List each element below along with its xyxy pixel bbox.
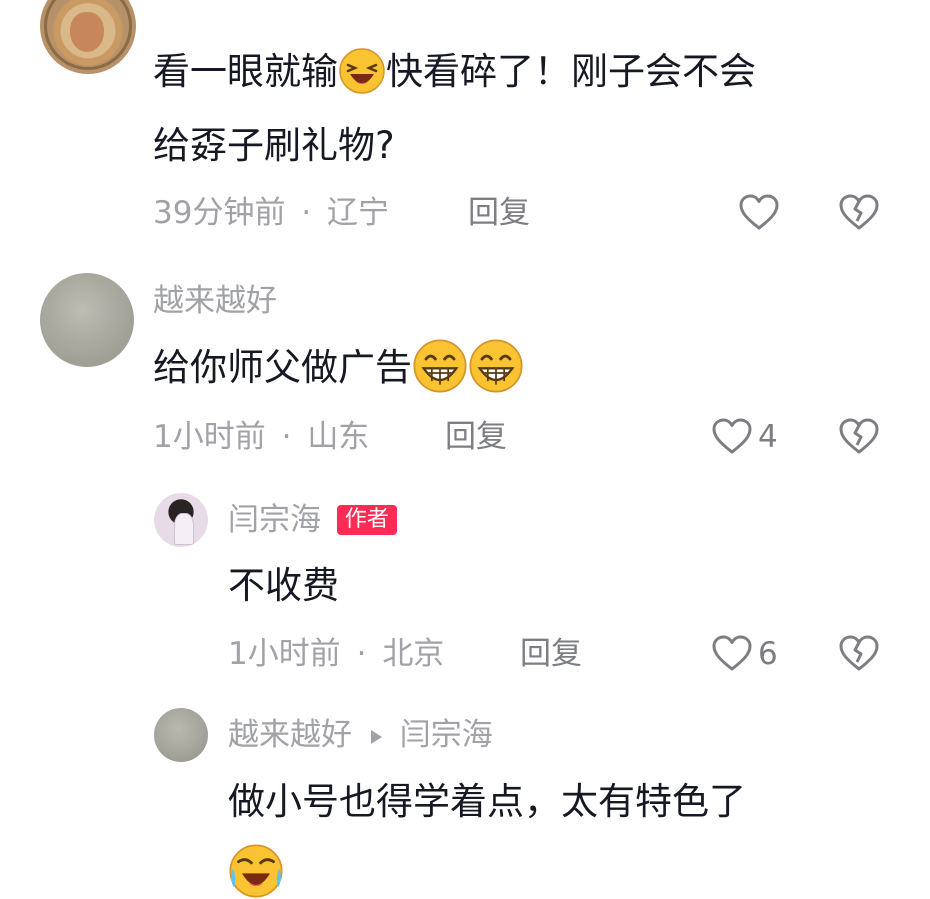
heart-outline-icon[interactable] xyxy=(738,193,780,233)
avatar[interactable] xyxy=(40,273,134,367)
grinning-emoji xyxy=(469,338,523,393)
avatar[interactable] xyxy=(40,0,136,74)
like-count: 6 xyxy=(758,636,778,672)
reply-button[interactable]: 回复 xyxy=(468,193,530,233)
broken-heart-icon[interactable] xyxy=(838,417,880,457)
broken-heart-icon[interactable] xyxy=(838,193,880,233)
laughing-tears-emoji xyxy=(339,47,385,94)
comment-time: 39分钟前 xyxy=(153,195,286,231)
heart-outline-icon[interactable] xyxy=(711,634,753,674)
avatar[interactable] xyxy=(154,708,208,762)
comment-text: 给你师父做广告 xyxy=(153,338,524,394)
comment-username[interactable]: 闫宗海 xyxy=(228,502,321,538)
author-badge: 作者 xyxy=(336,505,397,535)
comment-location: 辽宁 xyxy=(327,195,390,231)
crying-laughing-emoji xyxy=(229,844,283,898)
comment-username[interactable]: 越来越好 xyxy=(228,717,352,753)
comment-text-part: 快看碎了！刚子会不会 xyxy=(386,50,756,93)
grinning-emoji xyxy=(413,338,467,393)
comment-text: 看一眼就输 快看碎了！刚子会不会 xyxy=(153,47,756,96)
reply-to-username[interactable]: 闫宗海 xyxy=(400,717,493,753)
comment-time: 1小时前 xyxy=(228,636,341,672)
comment-username[interactable]: 越来越好 xyxy=(153,281,277,321)
comment-location: 北京 xyxy=(382,636,445,672)
meta-separator: · xyxy=(356,636,367,672)
meta-separator: · xyxy=(301,195,312,231)
comment-meta: 1小时前 · 北京 xyxy=(228,634,444,674)
comment-text-line2: 给孬子刷礼物? xyxy=(153,124,395,167)
comment-username-row: 闫宗海 作者 xyxy=(228,500,397,540)
heart-outline-icon[interactable] xyxy=(711,417,753,457)
comment-location: 山东 xyxy=(307,419,370,455)
broken-heart-icon[interactable] xyxy=(838,634,880,674)
avatar[interactable] xyxy=(154,493,208,547)
meta-separator: · xyxy=(281,419,292,455)
comment-text: 做小号也得学着点，太有特色了 xyxy=(228,780,746,823)
reply-button[interactable]: 回复 xyxy=(520,634,582,674)
like-count: 4 xyxy=(758,419,778,455)
comment-time: 1小时前 xyxy=(153,419,266,455)
comment-meta: 39分钟前 · 辽宁 xyxy=(153,193,389,233)
comment-text-part: 给你师父做广告 xyxy=(153,346,412,389)
comment-username-row: 越来越好 闫宗海 xyxy=(228,715,493,755)
reply-button[interactable]: 回复 xyxy=(445,417,507,457)
comment-meta: 1小时前 · 山东 xyxy=(153,417,369,457)
comment-text-part: 看一眼就输 xyxy=(153,50,338,93)
comment-text: 不收费 xyxy=(228,564,339,607)
triangle-right-icon xyxy=(370,730,382,744)
